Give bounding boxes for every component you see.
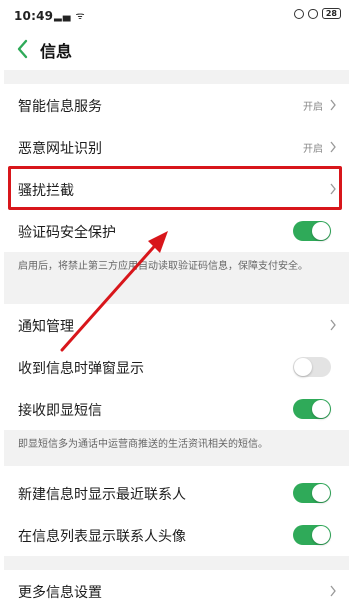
toggle-knob bbox=[312, 222, 330, 240]
recent-contacts-toggle[interactable] bbox=[293, 483, 331, 503]
code-protection-note: 启用后，将禁止第三方应用自动读取验证码信息，保障支付安全。 bbox=[4, 252, 349, 304]
code-protection-toggle[interactable] bbox=[293, 221, 331, 241]
row-label: 更多信息设置 bbox=[18, 585, 102, 601]
row-label: 收到信息时弹窗显示 bbox=[18, 361, 144, 377]
row-code-protection: 验证码安全保护 bbox=[4, 210, 349, 252]
row-harassment-interception[interactable]: 骚扰拦截 bbox=[4, 168, 349, 210]
row-notification-management[interactable]: 通知管理 bbox=[4, 304, 349, 346]
signal-icon: ▂▄ ᯤ bbox=[54, 11, 86, 22]
battery-icon: 28 bbox=[321, 8, 341, 19]
recording-icon bbox=[293, 8, 304, 19]
status-bar: 10:49 ▂▄ ᯤ 28 bbox=[0, 0, 353, 28]
toggle-knob bbox=[312, 484, 330, 502]
row-label: 新建信息时显示最近联系人 bbox=[18, 487, 186, 503]
row-label: 接收即显短信 bbox=[18, 403, 102, 419]
row-value: 开启 bbox=[303, 144, 323, 155]
top-bar: 信息 bbox=[0, 28, 353, 70]
section-divider bbox=[4, 70, 349, 84]
row-value: 开启 bbox=[303, 102, 323, 113]
alarm-icon bbox=[307, 8, 318, 19]
contact-avatar-toggle[interactable] bbox=[293, 525, 331, 545]
row-contact-avatar: 在信息列表显示联系人头像 bbox=[4, 514, 349, 556]
chevron-right-icon bbox=[330, 99, 336, 111]
row-label: 骚扰拦截 bbox=[18, 183, 74, 199]
status-icons: 28 bbox=[293, 8, 341, 19]
row-smart-info-service[interactable]: 智能信息服务 开启 bbox=[4, 84, 349, 126]
row-more-settings[interactable]: 更多信息设置 bbox=[4, 570, 349, 612]
row-popup-display: 收到信息时弹窗显示 bbox=[4, 346, 349, 388]
row-malicious-url[interactable]: 恶意网址识别 开启 bbox=[4, 126, 349, 168]
row-label: 通知管理 bbox=[18, 319, 74, 335]
chevron-right-icon bbox=[330, 141, 336, 153]
back-arrow-icon[interactable] bbox=[14, 38, 32, 60]
popup-display-toggle[interactable] bbox=[293, 357, 331, 377]
chevron-right-icon bbox=[330, 319, 336, 331]
flash-sms-note: 即显短信多为通话中运营商推送的生活资讯相关的短信。 bbox=[4, 430, 349, 466]
chevron-right-icon bbox=[330, 183, 336, 195]
page-title: 信息 bbox=[40, 42, 73, 61]
status-time: 10:49 bbox=[14, 9, 54, 23]
row-recent-contacts: 新建信息时显示最近联系人 bbox=[4, 472, 349, 514]
toggle-knob bbox=[294, 358, 312, 376]
toggle-knob bbox=[312, 400, 330, 418]
chevron-right-icon bbox=[330, 585, 336, 597]
row-label: 智能信息服务 bbox=[18, 99, 102, 115]
toggle-knob bbox=[312, 526, 330, 544]
row-label: 验证码安全保护 bbox=[18, 225, 116, 241]
row-flash-sms: 接收即显短信 bbox=[4, 388, 349, 430]
row-label: 在信息列表显示联系人头像 bbox=[18, 529, 186, 545]
row-label: 恶意网址识别 bbox=[18, 141, 102, 157]
section-divider bbox=[4, 556, 349, 570]
flash-sms-toggle[interactable] bbox=[293, 399, 331, 419]
